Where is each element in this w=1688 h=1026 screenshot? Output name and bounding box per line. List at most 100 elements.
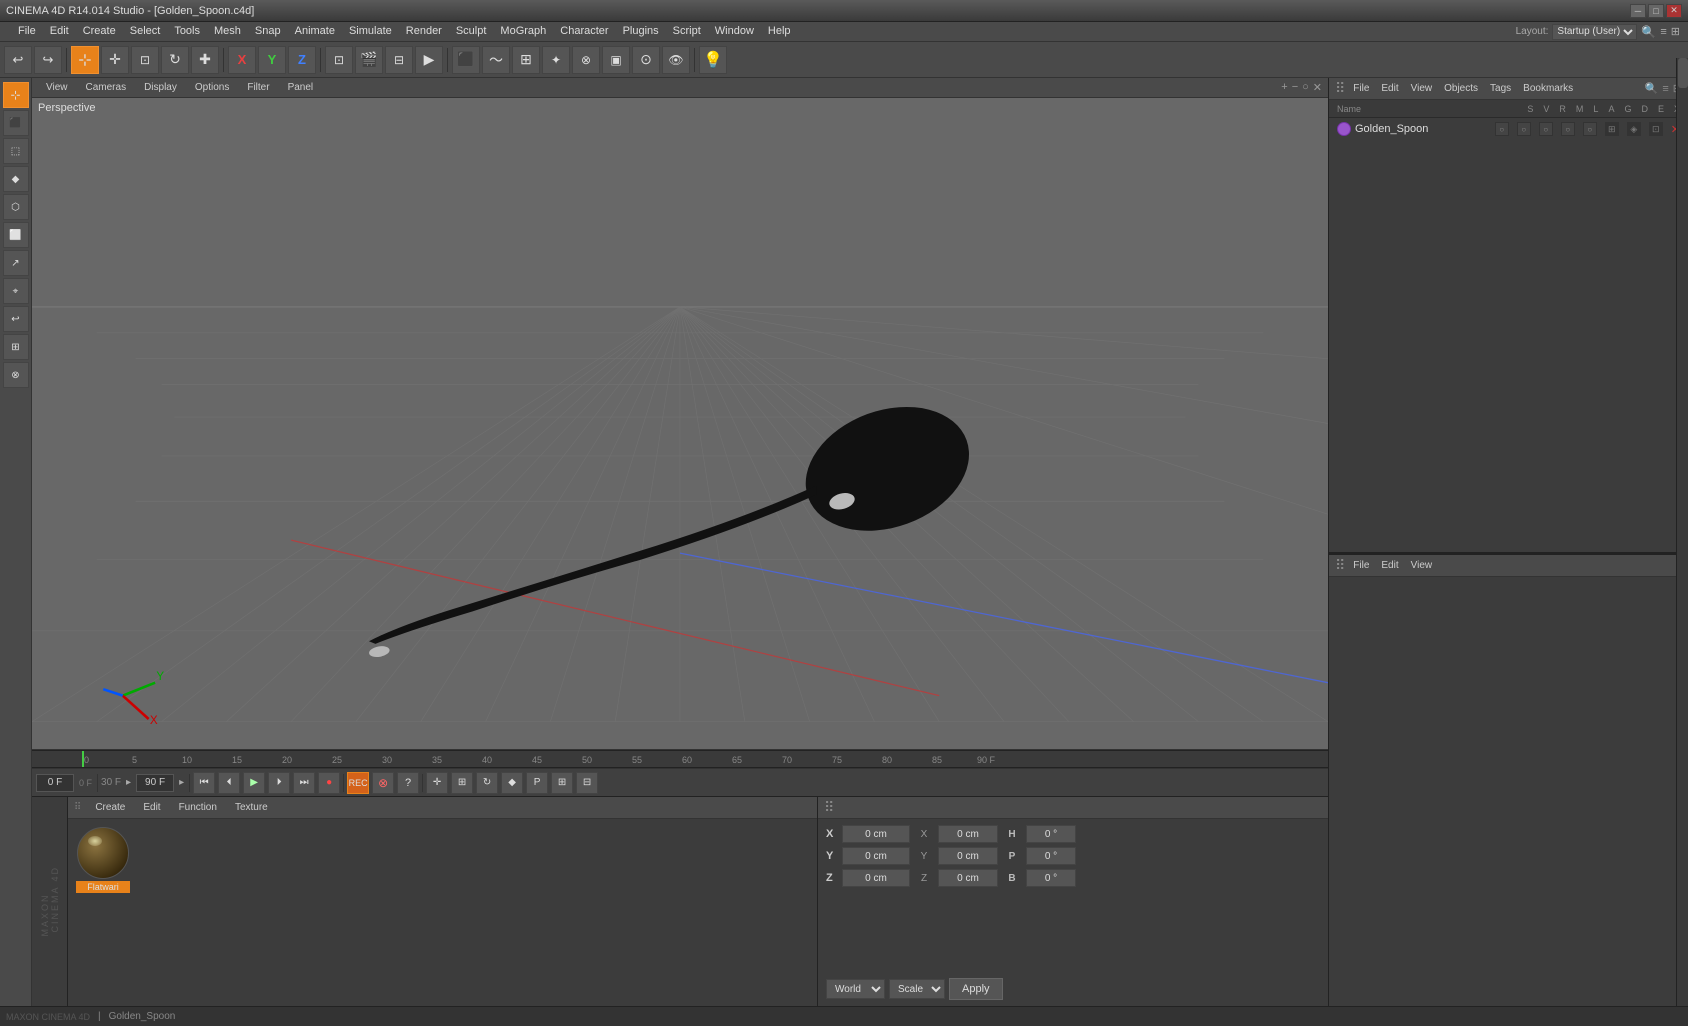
flag-g[interactable]: ◈ bbox=[1627, 122, 1641, 136]
camera-button[interactable]: ▣ bbox=[602, 46, 630, 74]
coord-y-rot[interactable] bbox=[938, 847, 998, 865]
vp-tab-filter[interactable]: Filter bbox=[239, 80, 277, 95]
step-fwd-button[interactable]: ⏵ bbox=[268, 772, 290, 794]
render-button[interactable]: ▶ bbox=[415, 46, 443, 74]
coord-x-pos[interactable] bbox=[842, 825, 910, 843]
frame-button[interactable]: ⊡ bbox=[325, 46, 353, 74]
menu-file[interactable]: File bbox=[12, 23, 42, 39]
left-floor[interactable]: ⬜ bbox=[3, 222, 29, 248]
step-back-button[interactable]: ⏴ bbox=[218, 772, 240, 794]
layout-icon1[interactable]: ≡ bbox=[1660, 26, 1666, 38]
mat-tab-create[interactable]: Create bbox=[87, 800, 133, 815]
layout-search-icon[interactable]: 🔍 bbox=[1641, 25, 1656, 39]
vp-tab-view[interactable]: View bbox=[38, 80, 76, 95]
coord-z-rot[interactable] bbox=[938, 869, 998, 887]
vp-ctrl-minus[interactable]: − bbox=[1292, 81, 1298, 94]
close-button[interactable]: ✕ bbox=[1666, 4, 1682, 18]
apply-button[interactable]: Apply bbox=[949, 978, 1003, 1000]
layout-selector[interactable]: Startup (User) bbox=[1552, 24, 1637, 40]
record-mode-button[interactable]: REC bbox=[347, 772, 369, 794]
left-point-mode[interactable]: ◆ bbox=[3, 166, 29, 192]
y-axis-button[interactable]: Y bbox=[258, 46, 286, 74]
viewport-canvas[interactable]: Perspective bbox=[32, 98, 1328, 749]
flag-d[interactable]: ⊡ bbox=[1649, 122, 1663, 136]
obj-menu-objects[interactable]: Objects bbox=[1440, 81, 1482, 96]
left-tool3[interactable]: ↩ bbox=[3, 306, 29, 332]
deformer-button[interactable]: ⊞ bbox=[512, 46, 540, 74]
menu-edit[interactable]: Edit bbox=[44, 23, 75, 39]
coord-scale-select[interactable]: Scale Size bbox=[889, 979, 945, 999]
obj-menu-file[interactable]: File bbox=[1349, 81, 1373, 96]
cube-button[interactable]: ⬛ bbox=[452, 46, 480, 74]
vp-tab-options[interactable]: Options bbox=[187, 80, 237, 95]
left-tool4[interactable]: ⊞ bbox=[3, 334, 29, 360]
go-start-button[interactable]: ⏮ bbox=[193, 772, 215, 794]
coord-h-val[interactable] bbox=[1026, 825, 1076, 843]
menu-select[interactable]: Select bbox=[124, 23, 167, 39]
particle-button[interactable]: ✦ bbox=[542, 46, 570, 74]
coord-z-pos[interactable] bbox=[842, 869, 910, 887]
tl-rotate-btn[interactable]: ↻ bbox=[476, 772, 498, 794]
material-item-flatwari[interactable]: Flatwari bbox=[76, 827, 130, 893]
flag-m[interactable]: ○ bbox=[1561, 122, 1575, 136]
obj-icon1[interactable]: ≡ bbox=[1662, 83, 1668, 95]
redo-button[interactable]: ↪ bbox=[34, 46, 62, 74]
left-edge-mode[interactable]: ⬚ bbox=[3, 138, 29, 164]
record-button[interactable]: ● bbox=[318, 772, 340, 794]
layout-icon2[interactable]: ⊞ bbox=[1671, 25, 1680, 38]
menu-snap[interactable]: Snap bbox=[249, 23, 287, 39]
coord-p-val[interactable] bbox=[1026, 847, 1076, 865]
move-tool-button[interactable]: ✛ bbox=[101, 46, 129, 74]
mat-tab-texture[interactable]: Texture bbox=[227, 800, 276, 815]
object-row-golden-spoon[interactable]: Golden_Spoon ○ ○ ○ ○ ○ ⊞ ◈ ⊡ ✕ bbox=[1329, 118, 1688, 140]
flag-l[interactable]: ○ bbox=[1583, 122, 1597, 136]
auto-key-button[interactable]: ⊗ bbox=[372, 772, 394, 794]
obj-menu-edit[interactable]: Edit bbox=[1377, 81, 1402, 96]
obj-search-icon[interactable]: 🔍 bbox=[1645, 82, 1659, 95]
vp-ctrl-circle[interactable]: ○ bbox=[1302, 81, 1309, 94]
left-tool2[interactable]: ⌖ bbox=[3, 278, 29, 304]
light-icon[interactable]: 💡 bbox=[699, 46, 727, 74]
minimize-button[interactable]: ─ bbox=[1630, 4, 1646, 18]
menu-character[interactable]: Character bbox=[554, 23, 614, 39]
vp-ctrl-x[interactable]: ✕ bbox=[1313, 81, 1322, 94]
left-obj-mode[interactable]: ⬡ bbox=[3, 194, 29, 220]
obj-menu-bookmarks[interactable]: Bookmarks bbox=[1519, 81, 1577, 96]
render-preview-button[interactable]: 🎬 bbox=[355, 46, 383, 74]
coord-world-select[interactable]: World Object bbox=[826, 979, 885, 999]
flag-a[interactable]: ⊞ bbox=[1605, 122, 1619, 136]
play-button[interactable]: ▶ bbox=[243, 772, 265, 794]
coord-y-pos[interactable] bbox=[842, 847, 910, 865]
right-scrollbar[interactable] bbox=[1676, 58, 1688, 1006]
left-tool5[interactable]: ⊗ bbox=[3, 362, 29, 388]
flag-v[interactable]: ○ bbox=[1517, 122, 1531, 136]
go-end-button[interactable]: ⏭ bbox=[293, 772, 315, 794]
rotate-tool-button[interactable]: ↻ bbox=[161, 46, 189, 74]
timeline-question[interactable]: ? bbox=[397, 772, 419, 794]
obj-menu-view[interactable]: View bbox=[1407, 81, 1437, 96]
coord-b-val[interactable] bbox=[1026, 869, 1076, 887]
vp-ctrl-plus[interactable]: + bbox=[1281, 81, 1287, 94]
vp-tab-cameras[interactable]: Cameras bbox=[78, 80, 135, 95]
menu-render[interactable]: Render bbox=[400, 23, 448, 39]
menu-window[interactable]: Window bbox=[709, 23, 760, 39]
props-menu-view[interactable]: View bbox=[1407, 558, 1437, 573]
tl-key-btn[interactable]: ◆ bbox=[501, 772, 523, 794]
scale-tool-button[interactable]: ⊡ bbox=[131, 46, 159, 74]
menu-simulate[interactable]: Simulate bbox=[343, 23, 398, 39]
undo-button[interactable]: ↩ bbox=[4, 46, 32, 74]
left-tool1[interactable]: ↗ bbox=[3, 250, 29, 276]
transform-tool-button[interactable]: ✚ bbox=[191, 46, 219, 74]
menu-tools[interactable]: Tools bbox=[168, 23, 206, 39]
tl-move-btn[interactable]: ✛ bbox=[426, 772, 448, 794]
spline-button[interactable]: 〜 bbox=[482, 46, 510, 74]
obj-menu-tags[interactable]: Tags bbox=[1486, 81, 1515, 96]
menu-mograph[interactable]: MoGraph bbox=[494, 23, 552, 39]
generator-button[interactable]: ⊗ bbox=[572, 46, 600, 74]
light-button[interactable]: ⊙ bbox=[632, 46, 660, 74]
tl-grid-btn[interactable]: ⊞ bbox=[551, 772, 573, 794]
tl-scale-btn[interactable]: ⊞ bbox=[451, 772, 473, 794]
end-frame-input[interactable] bbox=[136, 774, 174, 792]
select-tool-button[interactable]: ⊹ bbox=[71, 46, 99, 74]
left-polygon-mode[interactable]: ⬛ bbox=[3, 110, 29, 136]
